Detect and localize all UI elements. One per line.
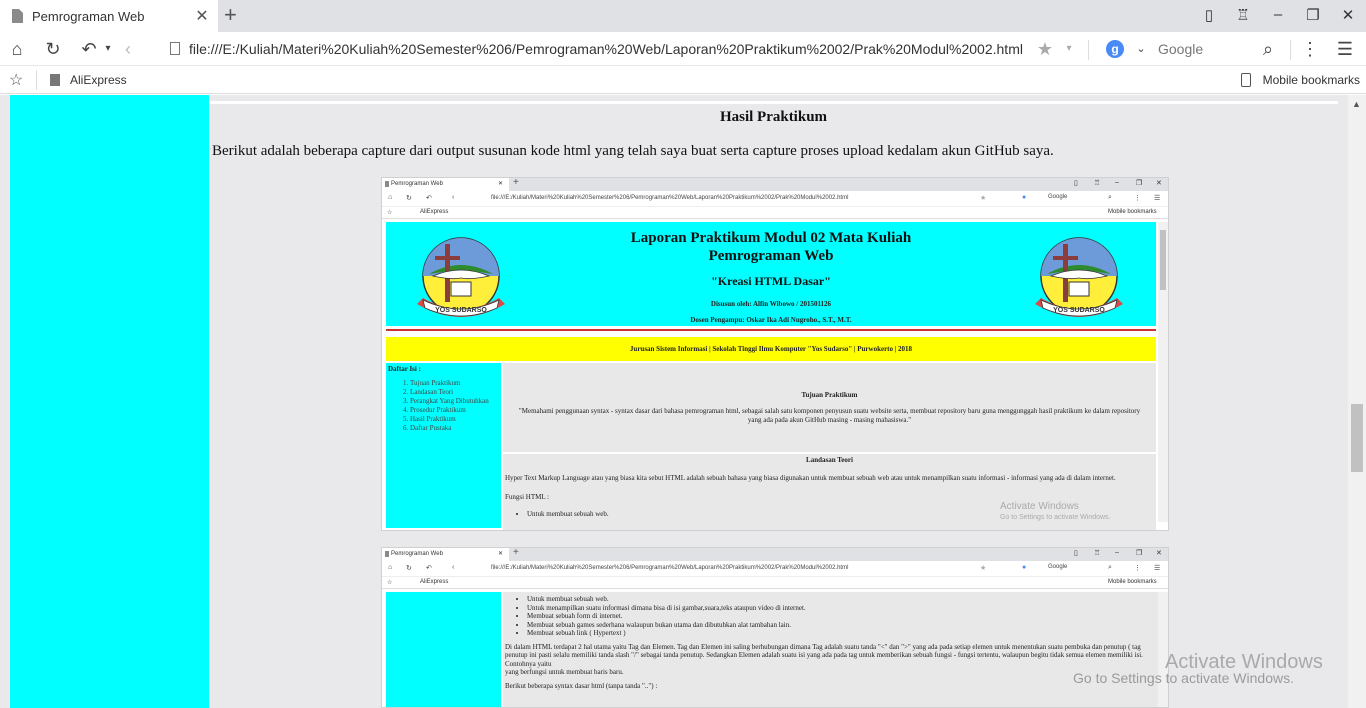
search-icon[interactable]: ⌕ — [1257, 38, 1279, 60]
divider — [386, 329, 1156, 331]
capture-tab-bar: Pemrograman Web ✕ + ▯ ♖ – ❐ ✕ — [382, 547, 1168, 561]
chevron-down-icon[interactable]: ▾ — [97, 38, 119, 60]
folder-icon — [50, 74, 60, 86]
capture-toc: Daftar Isi : Tujuan Praktikum Landasan T… — [386, 363, 501, 528]
sidebar-toggle-icon[interactable]: ▯ — [1199, 6, 1219, 24]
capture-scrollbar — [1158, 592, 1168, 707]
section-intro: Berikut adalah beberapa capture dari out… — [212, 143, 1054, 159]
capture-tab: Pemrograman Web ✕ — [382, 548, 509, 561]
scroll-up-icon[interactable]: ▲ — [1352, 99, 1361, 109]
capture-tab-bar: Pemrograman Web ✕ + ▯ ♖ – ❐ ✕ — [382, 177, 1168, 191]
new-tab-icon[interactable]: + — [224, 4, 237, 26]
capture-nav-bar: ⌂ ↻ ↶ ‹ file:///E:/Kuliah/Materi%20Kuliah%2… — [382, 191, 1168, 207]
capture-bookmarks-bar: ☆ AliExpress Mobile bookmarks — [382, 577, 1168, 589]
divider — [209, 101, 1338, 104]
capture-content: Untuk membuat sebuah web. Untuk menampil… — [503, 592, 1158, 707]
tab-bar: Pemrograman Web ✕ + ▯ ♖ – ❐ ✕ — [0, 0, 1366, 32]
left-cyan-column — [10, 95, 209, 708]
search-input[interactable]: Google — [1158, 41, 1203, 57]
capture-url: file:///E:/Kuliah/Materi%20Kuliah%20Seme… — [491, 195, 849, 201]
search-engine-chevron-icon[interactable]: ⌄ — [1130, 38, 1152, 60]
dropdown-icon[interactable]: ▾ — [1058, 38, 1080, 60]
capture-url: file:///E:/Kuliah/Materi%20Kuliah%20Seme… — [491, 565, 849, 571]
file-icon — [170, 42, 180, 55]
capture-banner: Jurusan Sistem Informasi | Sekolah Tingg… — [386, 337, 1156, 361]
svg-text:YOS SUDARSO: YOS SUDARSO — [435, 307, 487, 314]
document-icon — [12, 9, 23, 23]
phone-icon — [1240, 73, 1251, 87]
tab-title: Pemrograman Web — [32, 8, 145, 24]
capture-activate-windows-sub: Go to Settings to activate Windows. — [1000, 514, 1111, 521]
capture-new-tab-icon: + — [513, 177, 519, 188]
bookmark-aliexpress[interactable]: AliExpress — [50, 73, 127, 87]
close-window-icon[interactable]: ✕ — [1338, 6, 1358, 24]
capture-image-1: Pemrograman Web ✕ + ▯ ♖ – ❐ ✕ ⌂ ↻ ↶ ‹ file:/… — [381, 177, 1169, 531]
search-engine-icon[interactable]: g — [1106, 40, 1124, 58]
close-tab-icon[interactable]: ✕ — [190, 6, 214, 26]
capture-goal-box: Tujuan Praktikum "Memahami penggunaan sy… — [503, 363, 1156, 452]
page-viewport: Hasil Praktikum Berikut adalah beberapa … — [0, 95, 1366, 708]
back-icon[interactable]: ‹ — [117, 38, 139, 60]
capture-bookmarks-bar: ☆ AliExpress Mobile bookmarks — [382, 207, 1168, 219]
divider — [36, 70, 37, 90]
svg-text:YOS SUDARSO: YOS SUDARSO — [1053, 307, 1105, 314]
divider — [1290, 40, 1291, 60]
page-scrollbar[interactable] — [1348, 95, 1366, 708]
extensions-icon[interactable]: ♖ — [1233, 6, 1253, 24]
capture-nav-bar: ⌂ ↻ ↶ ‹ file:///E:/Kuliah/Materi%20Kuliah%2… — [382, 561, 1168, 577]
home-icon[interactable]: ⌂ — [6, 38, 28, 60]
divider — [1088, 40, 1089, 60]
bookmarks-bar: ☆ AliExpress Mobile bookmarks — [0, 66, 1366, 94]
capture-tab: Pemrograman Web ✕ — [382, 178, 509, 191]
capture-header: YOS SUDARSO Laporan Praktikum Modul 02 M… — [386, 222, 1156, 326]
bookmark-star-icon[interactable]: ★ — [1034, 38, 1056, 60]
mobile-bookmarks-label: Mobile bookmarks — [1262, 73, 1360, 87]
capture-new-tab-icon: + — [513, 547, 519, 558]
address-bar[interactable]: file:///E:/Kuliah/Materi%20Kuliah%20Seme… — [189, 41, 1023, 57]
reload-icon[interactable]: ↻ — [42, 38, 64, 60]
activate-windows-watermark: Go to Settings to activate Windows. — [1073, 670, 1294, 686]
capture-image-2: Pemrograman Web ✕ + ▯ ♖ – ❐ ✕ ⌂ ↻ ↶ ‹ file:/… — [381, 547, 1169, 708]
restore-icon[interactable]: ❐ — [1303, 6, 1323, 24]
bookmark-label: AliExpress — [70, 73, 127, 87]
minimize-icon[interactable]: – — [1268, 6, 1288, 23]
yos-sudarso-logo: YOS SUDARSO — [1035, 237, 1123, 317]
star-icon[interactable]: ☆ — [9, 70, 23, 90]
more-menu-icon[interactable]: ⋮ — [1299, 38, 1321, 60]
section-heading: Hasil Praktikum — [719, 109, 828, 125]
capture-scroll-thumb — [1160, 230, 1166, 290]
tab-pemrograman-web[interactable]: Pemrograman Web ✕ — [0, 0, 218, 32]
scroll-thumb[interactable] — [1351, 404, 1363, 472]
navigation-bar: ⌂ ↻ ↶ ▾ ‹ file:///E:/Kuliah/Materi%20Kul… — [0, 32, 1366, 66]
hamburger-menu-icon[interactable]: ☰ — [1334, 38, 1356, 60]
capture-activate-windows: Activate Windows — [1000, 501, 1079, 512]
capture-cyan-column — [386, 592, 501, 707]
mobile-bookmarks[interactable]: Mobile bookmarks — [1240, 73, 1360, 87]
